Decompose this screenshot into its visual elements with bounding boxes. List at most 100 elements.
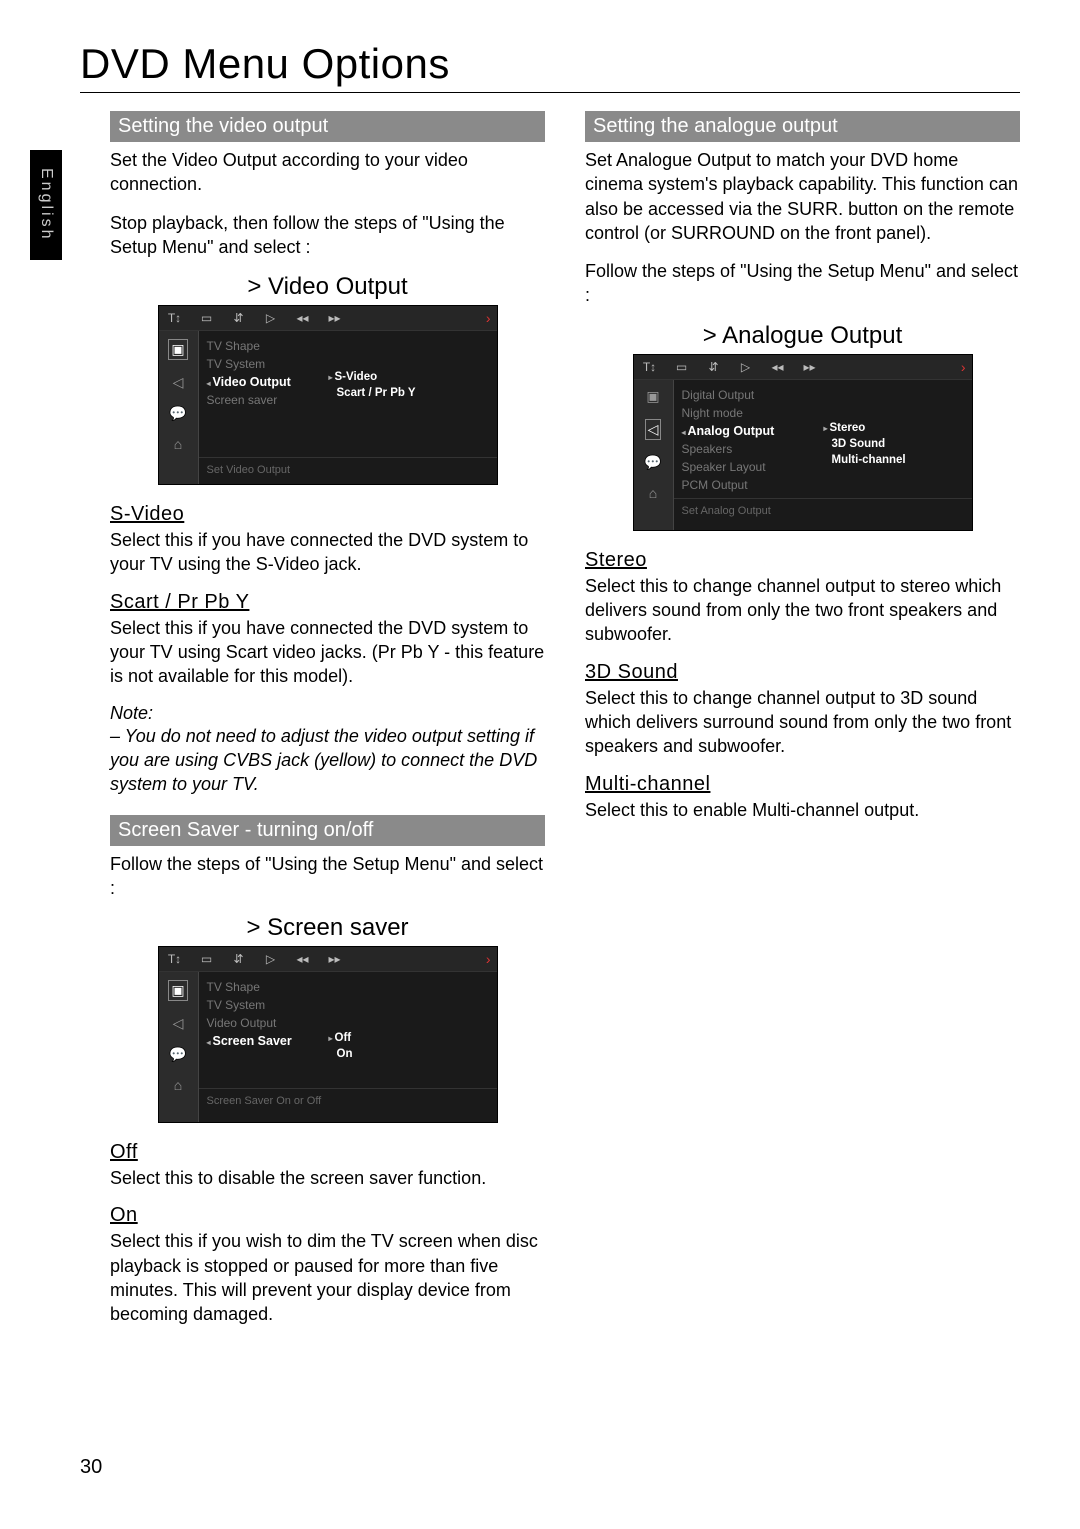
osd-menu-item: PCM Output — [674, 476, 972, 494]
osd-side-icon: ◁ — [173, 374, 184, 391]
triangle-icon: ◂ — [207, 379, 211, 388]
triangle-icon: ◂ — [207, 1038, 211, 1047]
section-header-screen-saver: Screen Saver - turning on/off — [110, 815, 545, 846]
osd-title: > Screen saver — [110, 914, 545, 942]
osd-top-icon: ◂◂ — [293, 311, 313, 325]
osd-option: Multi-channel — [832, 454, 906, 466]
osd-side-icon: ◁ — [173, 1015, 184, 1032]
osd-footer: Set Video Output — [199, 457, 497, 484]
page-title: DVD Menu Options — [80, 40, 1020, 88]
osd-side-icon: ◁ — [645, 419, 662, 440]
osd-option: 3D Sound — [832, 438, 886, 450]
osd-content: TV Shape TV System ◂Video Output Screen … — [199, 331, 497, 484]
osd-body: ▣ ◁ 💬 ⌂ TV Shape TV System ◂Video Output… — [159, 331, 497, 484]
osd-submenu: ▸Off On — [329, 1030, 353, 1062]
paragraph: Follow the steps of "Using the Setup Men… — [110, 852, 545, 901]
osd-top-icon: ⇵ — [229, 952, 249, 966]
osd-menu-item-selected: ◂Analog Output — [674, 422, 972, 440]
section-header-video-output: Setting the video output — [110, 111, 545, 142]
osd-item-label: Analog Output — [688, 424, 775, 438]
osd-screen-saver: T↕ ▭ ⇵ ▷ ◂◂ ▸▸ › ▣ ◁ 💬 ⌂ TV Shape TV Sys… — [158, 946, 498, 1123]
osd-topbar: T↕ ▭ ⇵ ▷ ◂◂ ▸▸ › — [159, 306, 497, 331]
osd-menu-item: Speaker Layout — [674, 458, 972, 476]
osd-sidebar: ▣ ◁ 💬 ⌂ — [159, 972, 199, 1122]
osd-topbar: T↕ ▭ ⇵ ▷ ◂◂ ▸▸ › — [634, 355, 972, 380]
osd-top-icon: ⇵ — [704, 360, 724, 374]
triangle-icon: ▸ — [824, 424, 828, 433]
osd-item-label: Screen Saver — [213, 1034, 292, 1048]
osd-side-icon: ⌂ — [174, 436, 182, 452]
osd-top-icon: ▸▸ — [800, 360, 820, 374]
osd-option: On — [337, 1048, 353, 1060]
osd-top-icon: ▭ — [672, 360, 692, 374]
osd-option: Scart / Pr Pb Y — [337, 387, 416, 399]
osd-title: > Analogue Output — [585, 322, 1020, 350]
osd-sidebar: ▣ ◁ 💬 ⌂ — [159, 331, 199, 484]
osd-option: Off — [335, 1032, 352, 1044]
osd-side-icon: ⌂ — [174, 1077, 182, 1093]
note-text: – You do not need to adjust the video ou… — [110, 724, 545, 797]
paragraph: Follow the steps of "Using the Setup Men… — [585, 259, 1020, 308]
osd-video-output: T↕ ▭ ⇵ ▷ ◂◂ ▸▸ › ▣ ◁ 💬 ⌂ TV Shape TV Sys… — [158, 305, 498, 485]
osd-content: TV Shape TV System Video Output ◂Screen … — [199, 972, 497, 1122]
osd-side-icon: 💬 — [644, 454, 661, 471]
osd-top-icon: ▭ — [197, 952, 217, 966]
osd-side-icon: 💬 — [169, 1046, 186, 1063]
language-tab: English — [30, 150, 62, 260]
osd-footer: Set Analog Output — [674, 498, 972, 525]
osd-submenu: ▸S-Video Scart / Pr Pb Y — [329, 369, 416, 401]
osd-top-icon: ▷ — [261, 311, 281, 325]
paragraph: Set the Video Output according to your v… — [110, 148, 545, 197]
osd-top-icon: T↕ — [640, 360, 660, 374]
subheading-3d-sound: 3D Sound — [585, 661, 1020, 684]
osd-arrow-icon: › — [486, 951, 491, 967]
columns: Setting the video output Set the Video O… — [110, 111, 1020, 1341]
osd-top-icon: T↕ — [165, 311, 185, 325]
osd-side-icon: ▣ — [168, 980, 187, 1001]
paragraph: Select this to change channel output to … — [585, 574, 1020, 647]
osd-side-icon: 💬 — [169, 405, 186, 422]
left-column: Setting the video output Set the Video O… — [110, 111, 545, 1341]
paragraph: Select this if you wish to dim the TV sc… — [110, 1229, 545, 1326]
osd-option: Stereo — [830, 422, 866, 434]
osd-top-icon: ◂◂ — [768, 360, 788, 374]
osd-body: ▣ ◁ 💬 ⌂ Digital Output Night mode ◂Analo… — [634, 380, 972, 530]
osd-top-icon: ▭ — [197, 311, 217, 325]
section-header-analogue-output: Setting the analogue output — [585, 111, 1020, 142]
osd-top-icon: ▷ — [261, 952, 281, 966]
osd-menu-item: Night mode — [674, 404, 972, 422]
triangle-icon: ▸ — [329, 1034, 333, 1043]
subheading-off: Off — [110, 1141, 545, 1164]
paragraph: Select this if you have connected the DV… — [110, 616, 545, 689]
osd-top-icon: ◂◂ — [293, 952, 313, 966]
osd-content: Digital Output Night mode ◂Analog Output… — [674, 380, 972, 530]
osd-analogue-output: T↕ ▭ ⇵ ▷ ◂◂ ▸▸ › ▣ ◁ 💬 ⌂ Digital Output … — [633, 354, 973, 531]
note-label: Note: — [110, 703, 545, 724]
triangle-icon: ▸ — [329, 373, 333, 382]
osd-topbar: T↕ ▭ ⇵ ▷ ◂◂ ▸▸ › — [159, 947, 497, 972]
osd-submenu: ▸Stereo 3D Sound Multi-channel — [824, 420, 906, 468]
osd-menu-item: TV Shape — [199, 978, 497, 996]
paragraph: Select this to disable the screen saver … — [110, 1166, 545, 1190]
paragraph: Set Analogue Output to match your DVD ho… — [585, 148, 1020, 245]
osd-arrow-icon: › — [486, 310, 491, 326]
subheading-scart: Scart / Pr Pb Y — [110, 591, 545, 614]
osd-menu-item: Speakers — [674, 440, 972, 458]
paragraph: Select this to change channel output to … — [585, 686, 1020, 759]
osd-body: ▣ ◁ 💬 ⌂ TV Shape TV System Video Output … — [159, 972, 497, 1122]
osd-sidebar: ▣ ◁ 💬 ⌂ — [634, 380, 674, 530]
osd-side-icon: ▣ — [646, 388, 659, 405]
paragraph: Select this to enable Multi-channel outp… — [585, 798, 1020, 822]
osd-top-icon: T↕ — [165, 952, 185, 966]
subheading-on: On — [110, 1204, 545, 1227]
osd-arrow-icon: › — [961, 359, 966, 375]
language-tab-label: English — [37, 168, 55, 241]
right-column: Setting the analogue output Set Analogue… — [585, 111, 1020, 1341]
osd-menu-item: TV Shape — [199, 337, 497, 355]
osd-menu-item: TV System — [199, 996, 497, 1014]
osd-top-icon: ⇵ — [229, 311, 249, 325]
osd-top-icon: ▷ — [736, 360, 756, 374]
osd-option: S-Video — [335, 371, 378, 383]
osd-menu-item: Digital Output — [674, 386, 972, 404]
osd-top-icon: ▸▸ — [325, 311, 345, 325]
